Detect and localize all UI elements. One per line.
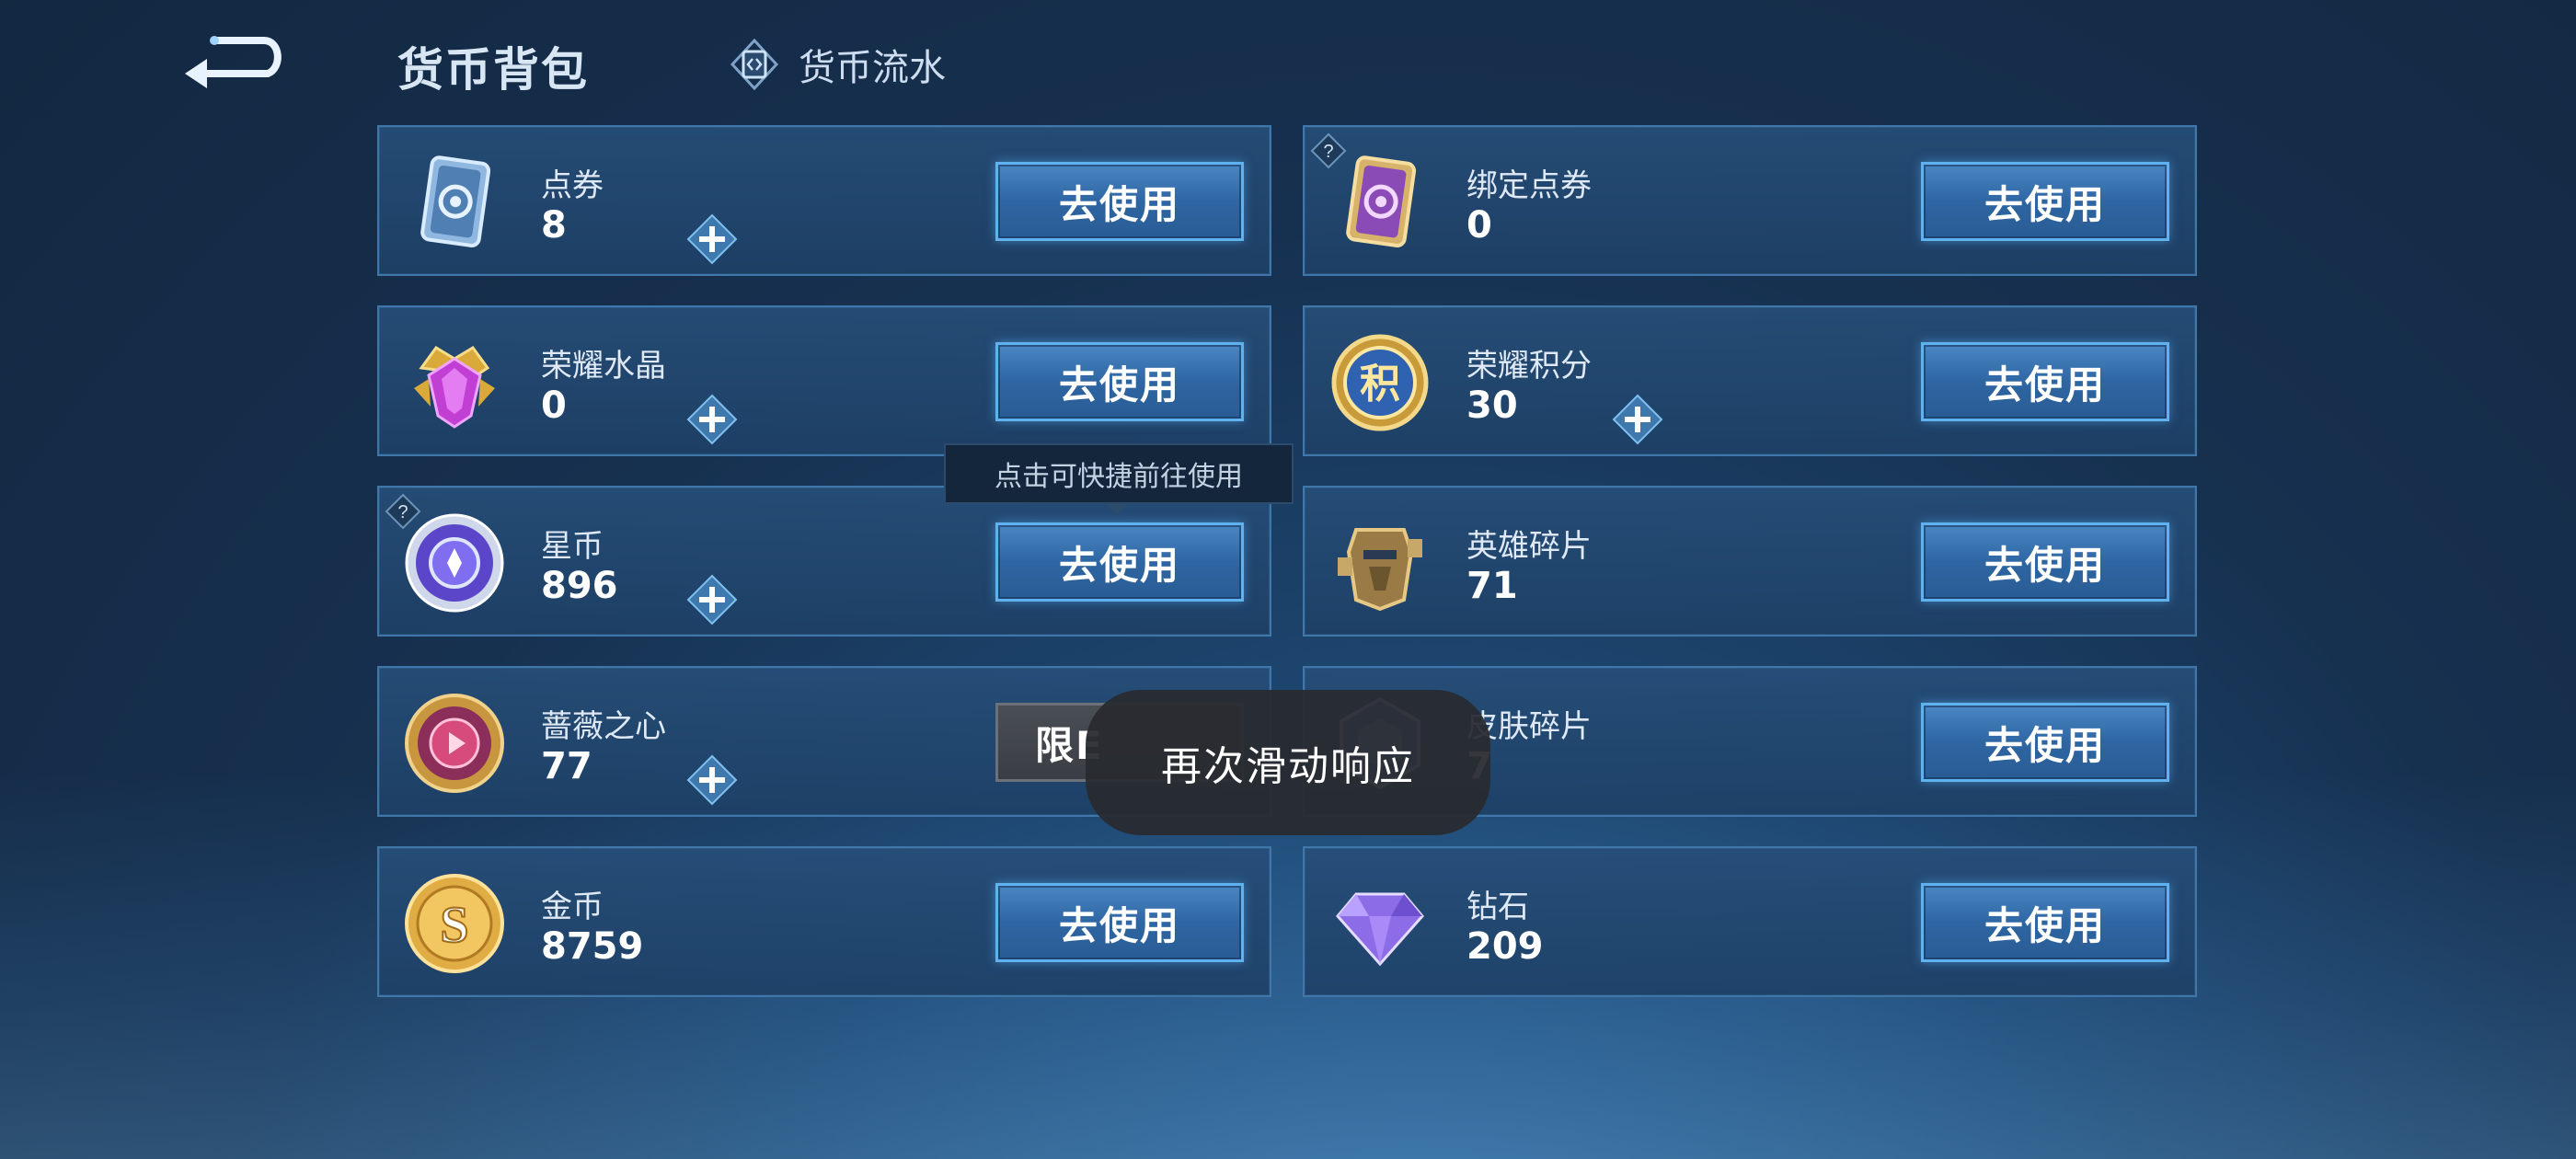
currency-amount: 0 — [1466, 204, 1492, 247]
currency-amount: 209 — [1466, 925, 1544, 968]
add-plus-icon[interactable] — [686, 574, 738, 625]
currency-name: 绑定点券 — [1466, 167, 1592, 204]
use-button[interactable]: 去使用 — [1921, 342, 2169, 421]
currency-card-gold-coin: S 金币 8759 去使用 — [377, 846, 1271, 997]
use-button[interactable]: 去使用 — [995, 342, 1244, 421]
use-button[interactable]: 去使用 — [1921, 522, 2169, 602]
use-button[interactable]: 去使用 — [1921, 703, 2169, 782]
gold-coin-icon: S — [405, 874, 504, 973]
currency-ledger-tab[interactable]: 货币流水 — [730, 37, 946, 92]
quick-use-tooltip: 点击可快捷前往使用 — [944, 443, 1294, 504]
currency-name: 荣耀积分 — [1466, 348, 1592, 384]
ledger-label: 货币流水 — [799, 47, 946, 89]
currency-amount: 71 — [1466, 565, 1518, 607]
currency-card-glory-crystal: 荣耀水晶 0 去使用 — [377, 305, 1271, 456]
glory-points-icon: 积 — [1331, 334, 1429, 431]
currency-name: 蔷薇之心 — [541, 708, 666, 745]
currency-card-diamond: 钻石 209 去使用 — [1303, 846, 2197, 997]
currency-card-glory-points: 积 荣耀积分 30 去使用 — [1303, 305, 2197, 456]
glory-crystal-icon — [414, 346, 495, 429]
currency-card-star-coin: ? 星币 896 去使用 — [377, 486, 1271, 637]
add-plus-icon[interactable] — [1612, 394, 1663, 445]
currency-name: 钻石 — [1466, 889, 1529, 925]
add-plus-icon[interactable] — [686, 754, 738, 806]
currency-amount: 896 — [541, 565, 618, 607]
use-button[interactable]: 去使用 — [995, 162, 1244, 241]
svg-text:S: S — [440, 897, 468, 954]
bound-voucher-icon — [1346, 155, 1417, 247]
add-plus-icon[interactable] — [686, 394, 738, 445]
toast-message: 再次滑动响应 — [1086, 690, 1490, 835]
tooltip-arrow — [1104, 502, 1130, 515]
page-title: 货币背包 — [397, 43, 589, 97]
currency-name: 英雄碎片 — [1466, 528, 1592, 565]
currency-amount: 0 — [541, 384, 567, 427]
svg-text:积: 积 — [1360, 361, 1400, 407]
add-plus-icon[interactable] — [686, 213, 738, 265]
star-coin-icon — [405, 513, 504, 613]
currency-card-hero-fragment: 英雄碎片 71 去使用 — [1303, 486, 2197, 637]
diamond-icon — [1336, 892, 1424, 967]
ledger-icon — [730, 39, 778, 90]
currency-name: 星币 — [541, 528, 604, 565]
hero-fragment-icon — [1338, 528, 1422, 612]
currency-name: 点券 — [541, 167, 604, 204]
use-button[interactable]: 去使用 — [1921, 883, 2169, 962]
currency-name: 荣耀水晶 — [541, 348, 666, 384]
currency-amount: 8759 — [541, 925, 644, 968]
use-button[interactable]: 去使用 — [1921, 162, 2169, 241]
rose-heart-icon — [405, 694, 504, 793]
currency-amount: 77 — [541, 745, 592, 787]
use-button[interactable]: 去使用 — [995, 883, 1244, 962]
currency-card-bound-voucher: ? 绑定点券 0 去使用 — [1303, 125, 2197, 276]
use-button[interactable]: 去使用 — [995, 522, 1244, 602]
currency-card-voucher: 点券 8 去使用 — [377, 125, 1271, 276]
currency-name: 金币 — [541, 889, 604, 925]
back-button[interactable] — [179, 31, 290, 92]
currency-amount: 8 — [541, 204, 567, 247]
voucher-icon — [420, 155, 491, 247]
currency-amount: 30 — [1466, 384, 1518, 427]
back-arrow-icon — [185, 36, 282, 88]
